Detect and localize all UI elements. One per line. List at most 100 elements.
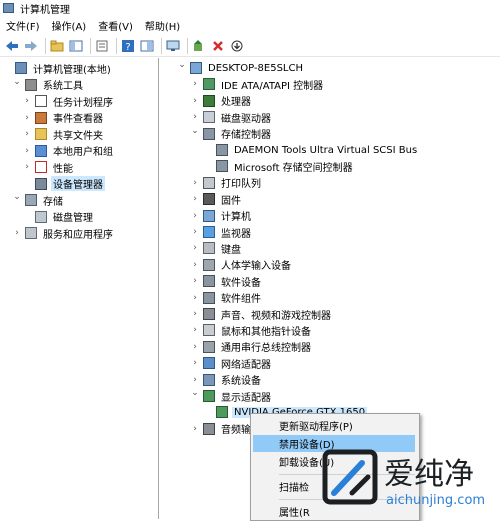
chevron-right-icon[interactable]: › <box>190 175 200 191</box>
up-folder-icon[interactable] <box>49 38 65 54</box>
console-tree-icon[interactable] <box>139 38 155 54</box>
tree-node[interactable]: Microsoft 存储空间控制器 <box>203 158 355 174</box>
chevron-right-icon[interactable]: › <box>22 126 32 142</box>
computer-icon <box>190 62 202 74</box>
tree-node[interactable]: › 键盘 <box>190 240 243 256</box>
update-driver-icon[interactable] <box>191 38 207 54</box>
tree-node[interactable]: › 处理器 <box>190 93 253 109</box>
storage-icon <box>25 194 37 206</box>
properties-icon[interactable] <box>94 38 110 54</box>
tree-node[interactable]: ⌄ 存储 <box>12 192 65 208</box>
tree-node[interactable]: › 固件 <box>190 191 243 207</box>
show-tree-icon[interactable] <box>68 38 84 54</box>
tree-node[interactable]: › 磁盘驱动器 <box>190 109 273 125</box>
menu-item[interactable]: 操作(A) <box>46 18 93 33</box>
storage-controller-icon <box>216 144 228 156</box>
chevron-right-icon[interactable]: › <box>22 159 32 175</box>
chevron-right-icon[interactable]: › <box>190 224 200 240</box>
chevron-right-icon[interactable]: › <box>190 372 200 388</box>
monitor-icon[interactable] <box>165 38 181 54</box>
performance-icon <box>35 161 47 173</box>
tree-node-label: 软件设备 <box>221 277 261 289</box>
toolbar-separator <box>116 37 117 54</box>
tree-node[interactable]: › 人体学输入设备 <box>190 257 293 273</box>
disk-drive-icon <box>203 111 215 124</box>
tree-node[interactable]: › 声音、视频和游戏控制器 <box>190 306 333 322</box>
tree-node[interactable]: › 计算机 <box>190 208 253 224</box>
console-tree-pane[interactable]: 计算机管理(本地) ⌄ 系统工具 › 任务计划程序 › 事件查看器 › 共享文件夹 › 本地用户和组… <box>0 58 159 519</box>
toolbar-separator <box>90 37 91 54</box>
chevron-right-icon[interactable]: › <box>190 191 200 207</box>
menu-item[interactable]: 查看(V) <box>92 18 139 33</box>
chevron-right-icon[interactable]: › <box>190 339 200 355</box>
chevron-right-icon[interactable]: › <box>190 208 200 224</box>
mouse-icon <box>203 324 215 337</box>
toolbar-separator <box>187 37 188 54</box>
tree-node[interactable]: ⌄ 系统工具 <box>12 77 85 93</box>
tree-node[interactable]: › 任务计划程序 <box>22 93 115 109</box>
tree-node[interactable]: ⌄ DESKTOP-8E5SLCH <box>177 60 305 76</box>
chevron-right-icon[interactable]: › <box>190 355 200 371</box>
menu-item[interactable]: 帮助(H) <box>139 18 186 33</box>
tree-node[interactable]: › 软件组件 <box>190 290 263 306</box>
tree-node[interactable]: › 网络适配器 <box>190 355 273 371</box>
chevron-right-icon[interactable]: › <box>190 240 200 256</box>
uninstall-icon[interactable] <box>210 38 226 54</box>
chevron-right-icon[interactable]: › <box>190 109 200 125</box>
tree-node[interactable]: › 监视器 <box>190 224 253 240</box>
tree-node-label: 打印队列 <box>221 179 261 191</box>
chevron-right-icon[interactable]: › <box>190 76 200 92</box>
tree-node-label: 性能 <box>53 163 73 175</box>
chevron-right-icon[interactable]: › <box>22 93 32 109</box>
back-arrow-icon[interactable] <box>4 38 20 54</box>
chevron-right-icon[interactable]: › <box>190 93 200 109</box>
tree-node[interactable]: › 打印队列 <box>190 175 263 191</box>
chevron-right-icon[interactable]: › <box>190 322 200 338</box>
chevron-down-icon[interactable]: ⌄ <box>12 77 22 93</box>
chevron-right-icon[interactable]: › <box>190 306 200 322</box>
tree-node[interactable]: › 服务和应用程序 <box>12 225 115 241</box>
chevron-down-icon[interactable]: ⌄ <box>177 60 187 76</box>
chevron-down-icon[interactable]: ⌄ <box>12 192 22 208</box>
forward-arrow-icon[interactable] <box>23 38 39 54</box>
tree-node[interactable]: › 通用串行总线控制器 <box>190 339 313 355</box>
chevron-right-icon[interactable]: › <box>22 110 32 126</box>
users-icon <box>35 144 47 157</box>
tree-node[interactable]: DAEMON Tools Ultra Virtual SCSI Bus <box>203 142 419 158</box>
tree-node[interactable]: › 鼠标和其他指针设备 <box>190 322 313 338</box>
chevron-right-icon[interactable]: › <box>190 290 200 306</box>
task-scheduler-icon <box>35 95 47 107</box>
tree-node[interactable]: 设备管理器 <box>22 176 105 192</box>
tree-node[interactable]: › 系统设备 <box>190 372 263 388</box>
help-icon[interactable]: ? <box>120 38 136 54</box>
tree-node[interactable]: › 共享文件夹 <box>22 126 105 142</box>
hid-icon <box>203 258 215 271</box>
tree-node[interactable]: › IDE ATA/ATAPI 控制器 <box>190 76 325 92</box>
tree-node[interactable]: › 本地用户和组 <box>22 143 115 159</box>
tree-node[interactable]: › 事件查看器 <box>22 110 105 126</box>
tree-node-label: 事件查看器 <box>53 114 103 125</box>
chevron-right-icon[interactable]: › <box>190 421 200 437</box>
tree-node[interactable]: ⌄ 存储控制器 <box>190 126 273 142</box>
watermark: 爱纯净 aichunjing.com <box>322 441 500 519</box>
network-adapter-icon <box>203 357 215 370</box>
download-icon[interactable] <box>229 38 245 54</box>
chevron-right-icon[interactable]: › <box>22 143 32 159</box>
context-menu-item[interactable]: 更新驱动程序(P) <box>253 417 415 434</box>
chevron-right-icon[interactable]: › <box>190 273 200 289</box>
tree-node[interactable]: 计算机管理(本地) <box>2 60 113 76</box>
chevron-right-icon[interactable]: › <box>12 225 22 241</box>
chevron-right-icon[interactable]: › <box>190 257 200 273</box>
tree-node[interactable]: › 性能 <box>22 159 75 175</box>
tree-node[interactable]: 磁盘管理 <box>22 209 95 225</box>
chevron-down-icon[interactable]: ⌄ <box>190 126 200 142</box>
tree-node[interactable]: ⌄ 显示适配器 <box>190 388 273 404</box>
menu-item[interactable]: 文件(F) <box>0 18 46 33</box>
chevron-down-icon[interactable]: ⌄ <box>190 388 200 404</box>
device-manager-icon <box>35 177 47 190</box>
tree-node[interactable]: › 软件设备 <box>190 273 263 289</box>
keyboard-icon <box>203 242 215 255</box>
usb-icon <box>203 340 215 353</box>
